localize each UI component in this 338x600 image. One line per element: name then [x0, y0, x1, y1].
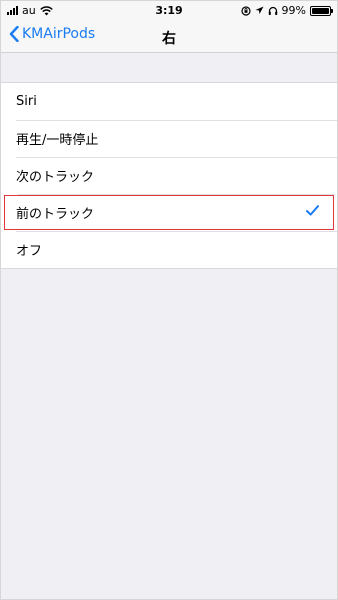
options-list: Siri 再生/一時停止 次のトラック 前のトラック オフ: [1, 82, 337, 269]
option-next-track[interactable]: 次のトラック: [1, 157, 337, 194]
option-label: 再生/一時停止: [16, 133, 99, 148]
battery-icon: [310, 5, 333, 16]
checkmark-icon: [306, 205, 319, 216]
option-label: オフ: [16, 244, 43, 259]
option-siri[interactable]: Siri: [1, 83, 337, 120]
navigation-bar: KMAirPods 右: [1, 21, 337, 53]
orientation-lock-icon: [240, 5, 251, 16]
status-bar: au 3:19 99%: [1, 1, 337, 21]
option-label: Siri: [16, 94, 37, 109]
screen: au 3:19 99% KMAirPods 右 Siri 再生/一時停止 次のト…: [0, 0, 338, 600]
headphones-icon: [268, 6, 277, 15]
page-title: 右: [162, 31, 176, 47]
option-label: 次のトラック: [16, 170, 95, 185]
option-previous-track[interactable]: 前のトラック: [3, 194, 335, 231]
status-right: 99%: [240, 4, 333, 17]
option-play-pause[interactable]: 再生/一時停止: [1, 120, 337, 157]
battery-percentage: 99%: [281, 4, 306, 17]
option-label: 前のトラック: [16, 207, 95, 222]
option-off[interactable]: オフ: [1, 231, 337, 268]
location-icon: [255, 6, 264, 14]
